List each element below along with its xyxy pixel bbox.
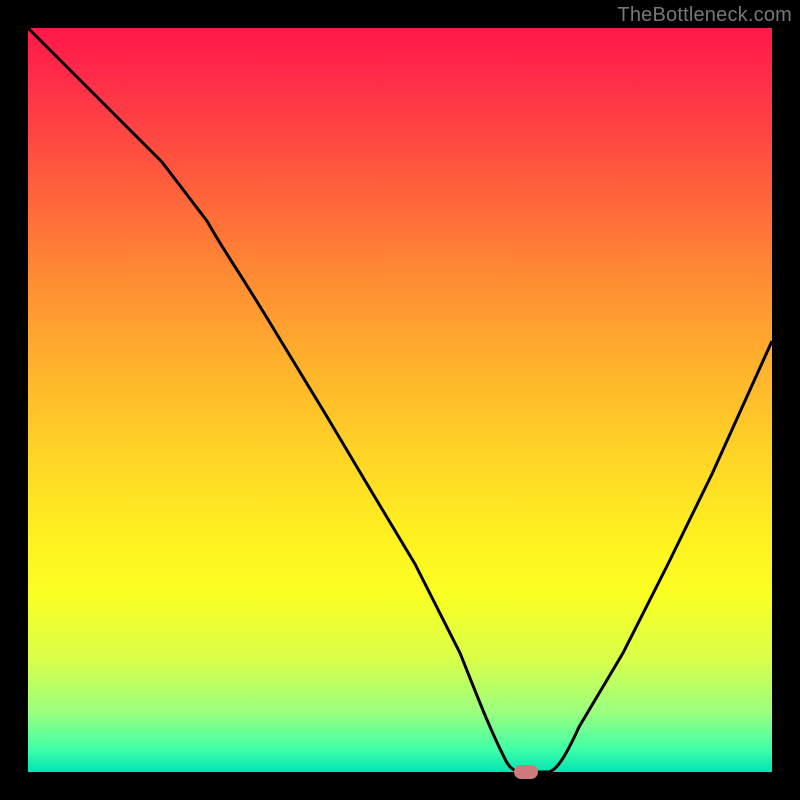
chart-frame: TheBottleneck.com bbox=[0, 0, 800, 800]
bottleneck-curve-path bbox=[28, 28, 772, 772]
curve-svg bbox=[28, 28, 772, 772]
watermark-text: TheBottleneck.com bbox=[617, 4, 792, 27]
optimum-marker bbox=[514, 765, 538, 779]
plot-area bbox=[28, 28, 772, 772]
